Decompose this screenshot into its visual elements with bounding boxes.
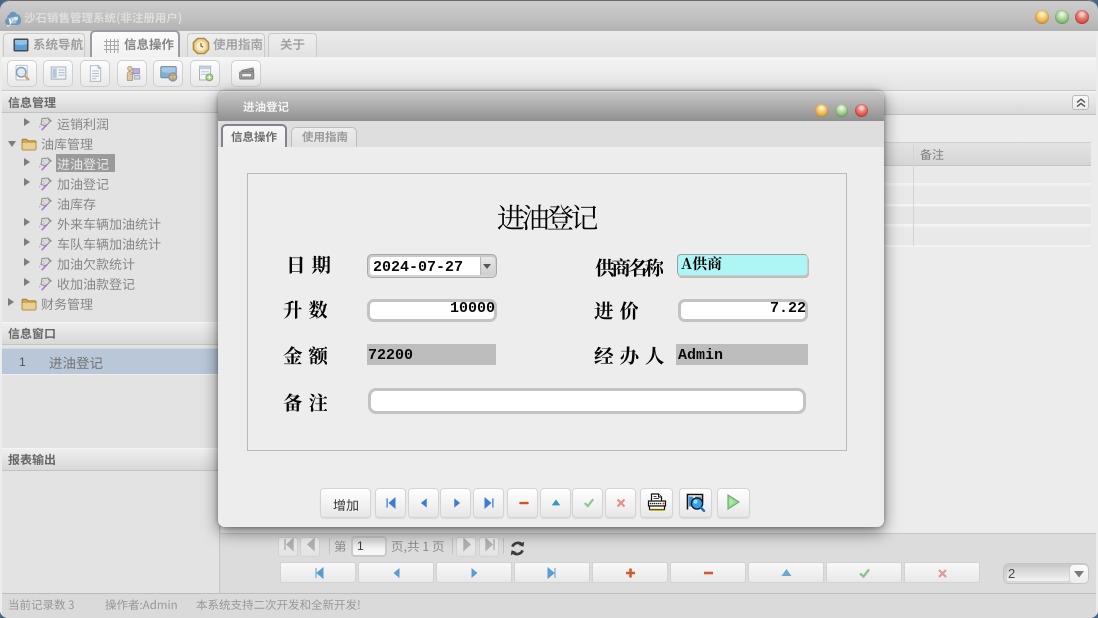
svg-text:y: y	[6, 13, 14, 27]
